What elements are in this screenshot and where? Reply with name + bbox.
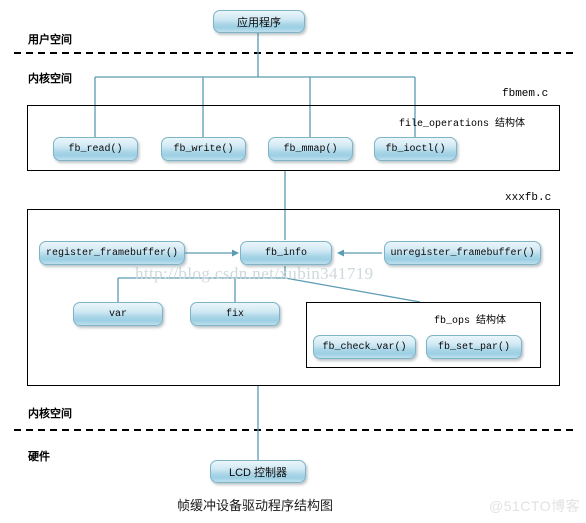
node-var[interactable]: var: [73, 302, 163, 326]
watermark-site: @51CTO博客: [489, 498, 581, 514]
label-hardware: 硬件: [28, 451, 50, 463]
diagram-canvas: http://blog.csdn.net/xubin341719 @51CTO博…: [0, 0, 586, 523]
node-application[interactable]: 应用程序: [213, 10, 305, 33]
node-fb-check-var[interactable]: fb_check_var(): [313, 335, 416, 359]
node-fb-info[interactable]: fb_info: [240, 241, 332, 265]
node-fb-read[interactable]: fb_read(): [53, 137, 138, 161]
label-kernel-space-top: 内核空间: [28, 73, 72, 85]
label-xxxfb-file: xxxfb.c: [505, 192, 552, 204]
diagram-caption: 帧缓冲设备驱动程序结构图: [177, 498, 334, 513]
label-file-operations-struct: file_operations 结构体: [399, 119, 526, 130]
label-fb-ops-struct: fb_ops 结构体: [434, 316, 507, 327]
node-fix[interactable]: fix: [190, 302, 280, 326]
node-fb-set-par[interactable]: fb_set_par(): [426, 335, 522, 359]
label-fbmem-file: fbmem.c: [502, 88, 549, 100]
node-register-framebuffer[interactable]: register_framebuffer(): [39, 241, 185, 265]
label-user-space: 用户空间: [28, 34, 72, 46]
node-fb-ioctl[interactable]: fb_ioctl(): [374, 137, 457, 161]
node-fb-write[interactable]: fb_write(): [161, 137, 246, 161]
node-lcd-controller[interactable]: LCD 控制器: [210, 460, 306, 483]
node-fb-mmap[interactable]: fb_mmap(): [268, 137, 353, 161]
node-unregister-framebuffer[interactable]: unregister_framebuffer(): [384, 241, 541, 265]
label-kernel-space-bottom: 内核空间: [28, 408, 72, 420]
watermark-url: http://blog.csdn.net/xubin341719: [135, 264, 374, 283]
